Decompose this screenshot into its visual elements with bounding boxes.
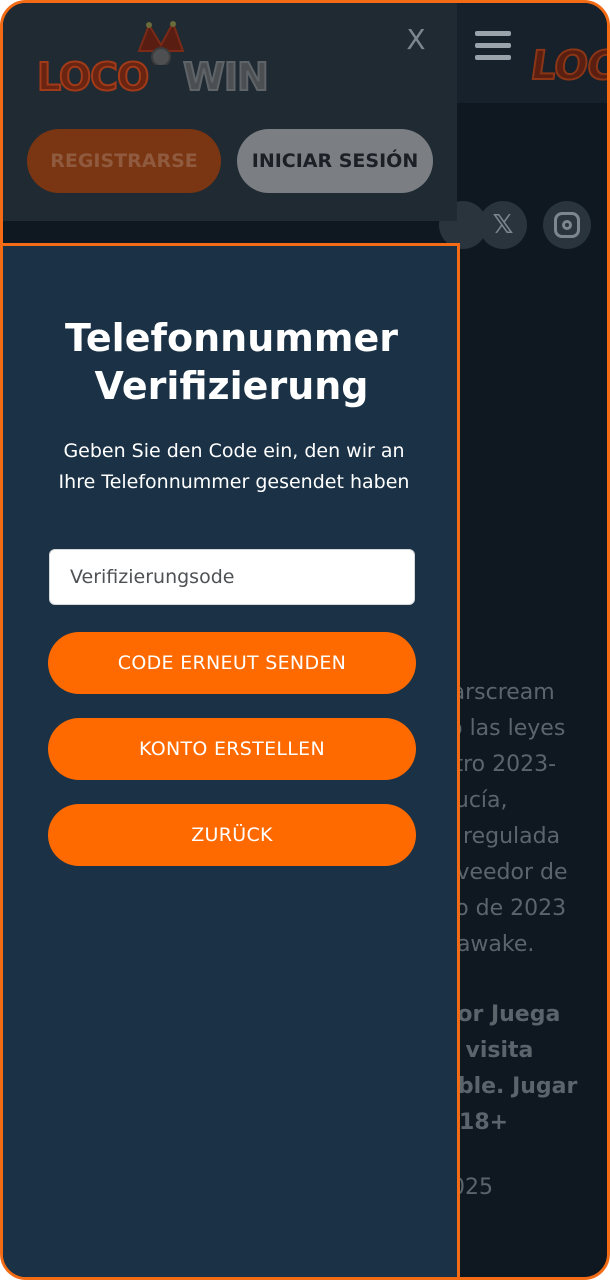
x-social-icon[interactable]: 𝕏: [479, 201, 527, 249]
modal-title-line: Telefonnummer: [65, 316, 398, 360]
side-drawer-header: LOCO WIN X REGISTRARSE INICIAR SESIÓN: [3, 3, 457, 221]
background-footer-warning: vor Juega a visita able. Jugar . 18+: [443, 997, 607, 1141]
hamburger-menu-icon[interactable]: [475, 31, 511, 61]
background-logo: LOC: [527, 42, 610, 90]
phone-verification-modal: Telefonnummer Verifizierung Geben Sie de…: [3, 243, 460, 1277]
footer-line: lio de 2023: [443, 896, 567, 921]
logo-text-right: WIN: [182, 54, 270, 100]
app-frame: LOC 𝕏 tarscream jo las leyes stro 2023- …: [0, 0, 610, 1280]
modal-title: Telefonnummer Verifizierung: [3, 314, 460, 410]
footer-line: stro 2023-: [443, 752, 557, 777]
modal-title-line: Verifizierung: [94, 364, 369, 408]
close-drawer-button[interactable]: X: [403, 23, 429, 57]
background-footer-text: tarscream jo las leyes stro 2023- Lucía,…: [443, 675, 607, 963]
footer-warning-line: vor Juega: [443, 1002, 561, 1027]
footer-line: jo las leyes: [443, 716, 566, 741]
footer-line: nawake.: [443, 932, 535, 957]
resend-code-button[interactable]: CODE ERNEUT SENDEN: [48, 632, 416, 694]
locowin-logo[interactable]: LOCO WIN: [31, 21, 281, 101]
login-button[interactable]: INICIAR SESIÓN: [237, 129, 433, 193]
footer-line: Lucía,: [443, 788, 508, 813]
footer-line: y regulada: [443, 824, 561, 849]
footer-line: tarscream: [443, 680, 555, 705]
instagram-icon[interactable]: [543, 201, 591, 249]
jester-hat-icon: [137, 21, 185, 65]
verification-code-input[interactable]: [49, 549, 415, 605]
modal-description: Geben Sie den Code ein, den wir an Ihre …: [58, 440, 410, 493]
create-account-button[interactable]: KONTO ERSTELLEN: [48, 718, 416, 780]
footer-warning-line: able. Jugar: [443, 1074, 578, 1099]
register-button[interactable]: REGISTRARSE: [27, 129, 221, 193]
footer-warning-line: . 18+: [443, 1110, 509, 1135]
back-button[interactable]: ZURÜCK: [48, 804, 416, 866]
footer-warning-line: a visita: [443, 1038, 534, 1063]
logo-text-left: LOCO: [36, 54, 150, 100]
footer-line: oveedor de: [443, 860, 568, 885]
